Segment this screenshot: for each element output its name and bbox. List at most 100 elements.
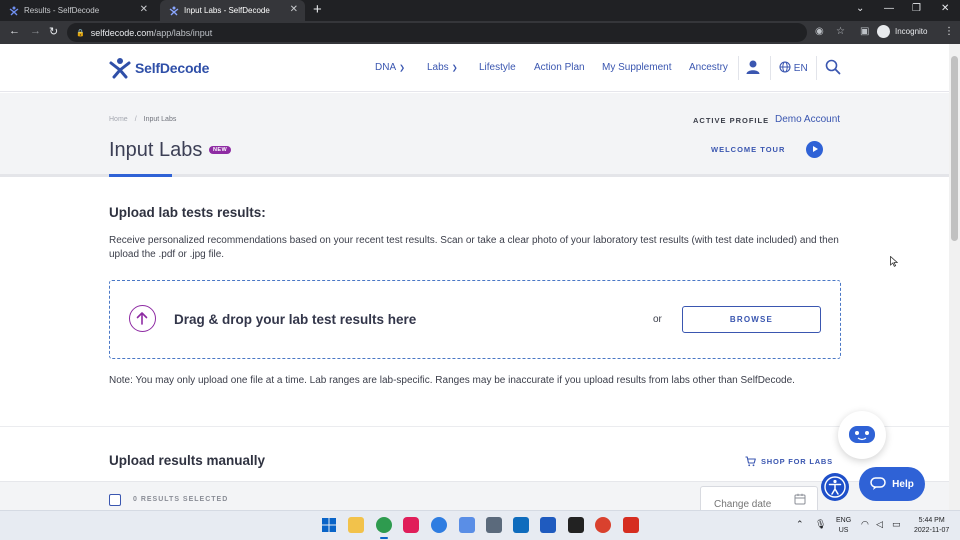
nav-action-plan[interactable]: Action Plan: [534, 62, 585, 73]
slack-icon[interactable]: [403, 517, 419, 533]
or-text: or: [653, 314, 662, 325]
snipping-tool-icon[interactable]: [459, 517, 475, 533]
bookmark-star-icon[interactable]: ☆: [836, 26, 845, 37]
sticky-notes-icon[interactable]: [568, 517, 584, 533]
select-all-checkbox[interactable]: [109, 494, 121, 506]
lock-icon: 🔒: [76, 29, 85, 37]
minimize-icon[interactable]: —: [884, 3, 894, 14]
browse-button[interactable]: BROWSE: [682, 306, 821, 333]
active-app-indicator: [380, 537, 388, 539]
windows-taskbar: ⌃ 🎙 ENG US ◠ ◁ ▭ 5:44 PM 2022-11-07: [0, 510, 960, 540]
new-tab-icon[interactable]: +: [313, 1, 322, 18]
file-explorer-icon[interactable]: [348, 517, 364, 533]
selfdecode-logo-icon: [109, 58, 131, 79]
nav-lifestyle[interactable]: Lifestyle: [479, 62, 516, 73]
close-tab-icon[interactable]: ✕: [290, 4, 298, 15]
word-icon[interactable]: [540, 517, 556, 533]
nav-my-supplement[interactable]: My Supplement: [602, 62, 671, 73]
chrome-icon[interactable]: [595, 517, 611, 533]
upload-arrow-icon: [129, 305, 156, 332]
incognito-indicator[interactable]: Incognito: [877, 25, 927, 38]
active-profile-link[interactable]: Demo Account: [775, 114, 840, 125]
volume-icon[interactable]: ◁: [876, 519, 883, 530]
restore-icon[interactable]: ❐: [912, 3, 921, 14]
brand-name: SelfDecode: [135, 60, 210, 76]
menu-kebab-icon[interactable]: ⋮: [944, 26, 954, 37]
nav-ancestry[interactable]: Ancestry: [689, 62, 728, 73]
user-icon[interactable]: [745, 59, 761, 75]
breadcrumb-current: Input Labs: [143, 116, 177, 123]
language-selector[interactable]: EN: [779, 61, 808, 74]
back-icon[interactable]: ←: [9, 25, 20, 37]
cart-icon: [745, 456, 756, 467]
nav-dna[interactable]: DNA ❯: [375, 62, 405, 73]
tab-title: Results - SelfDecode: [24, 6, 100, 15]
outlook-icon[interactable]: [513, 517, 529, 533]
battery-icon[interactable]: ▭: [892, 519, 901, 530]
active-profile-label: ACTIVE PROFILE: [693, 116, 770, 125]
upload-section-title: Upload lab tests results:: [109, 205, 266, 220]
divider: [816, 56, 817, 80]
help-label: Help: [892, 478, 914, 490]
search-icon[interactable]: [825, 59, 841, 75]
side-panel-icon[interactable]: ▣: [860, 26, 869, 37]
page-title: Input Labs: [109, 139, 203, 161]
close-tab-icon[interactable]: ✕: [140, 4, 148, 15]
chrome-icon[interactable]: [376, 517, 392, 533]
calculator-icon[interactable]: [486, 517, 502, 533]
site-header: SelfDecode DNA ❯ Labs ❯ Lifestyle Action P…: [0, 44, 949, 92]
incognito-label: Incognito: [895, 27, 928, 36]
wifi-icon[interactable]: ◠: [861, 519, 869, 530]
drop-zone-text: Drag & drop your lab test results here: [174, 312, 417, 327]
nav-labs[interactable]: Labs ❯: [427, 62, 458, 73]
globe-icon: [779, 61, 791, 73]
chevron-down-icon: ❯: [451, 65, 458, 72]
tab-title: Input Labs - SelfDecode: [184, 6, 270, 15]
selfdecode-favicon-icon: [169, 6, 179, 15]
windows-start-icon[interactable]: [321, 517, 337, 533]
page-header: Home / Input Labs Input Labs NEW ACTIVE PR…: [0, 93, 949, 177]
file-drop-zone[interactable]: Drag & drop your lab test results here o…: [109, 280, 841, 359]
url-text: selfdecode.com/app/labs/input: [90, 27, 213, 38]
incognito-icon: [877, 25, 890, 38]
breadcrumb: Home / Input Labs: [109, 116, 177, 123]
chat-bubble-icon: [870, 477, 886, 490]
tray-overflow-icon[interactable]: ⌃: [796, 519, 804, 530]
chatbot-widget[interactable]: [838, 411, 886, 459]
robot-face-icon: [849, 426, 875, 443]
active-tab-indicator: [109, 174, 172, 177]
help-button[interactable]: Help: [859, 467, 925, 501]
microphone-icon[interactable]: 🎙: [815, 519, 826, 530]
app-icon[interactable]: [431, 517, 447, 533]
eye-off-icon[interactable]: ◉: [815, 26, 824, 37]
address-bar-row: ← → ↻ 🔒 selfdecode.com/app/labs/input ◉ …: [0, 21, 960, 44]
selfdecode-favicon-icon: [9, 6, 19, 15]
new-badge: NEW: [209, 146, 232, 154]
breadcrumb-home[interactable]: Home: [109, 116, 128, 123]
selfdecode-logo[interactable]: SelfDecode: [109, 57, 209, 79]
browser-tab-strip: Results - SelfDecode ✕ Input Labs - Self…: [0, 0, 960, 21]
shop-for-labs-link[interactable]: SHOP FOR LABS: [745, 456, 833, 467]
calendar-icon[interactable]: [794, 493, 806, 505]
acrobat-icon[interactable]: [623, 517, 639, 533]
chevron-down-icon: ❯: [399, 65, 405, 72]
url-field[interactable]: 🔒 selfdecode.com/app/labs/input: [67, 23, 807, 42]
results-selected-count: 0 RESULTS SELECTED: [133, 496, 229, 503]
mouse-cursor-icon: [890, 256, 898, 267]
upload-note: Note: You may only upload one file at a …: [109, 375, 795, 386]
system-clock[interactable]: 5:44 PM 2022-11-07: [914, 516, 949, 536]
reload-icon[interactable]: ↻: [49, 25, 58, 38]
accessibility-button[interactable]: [821, 473, 849, 501]
tab-search-icon[interactable]: ⌄: [856, 3, 864, 14]
welcome-tour-link[interactable]: WELCOME TOUR: [711, 145, 785, 154]
tab-input-labs[interactable]: Input Labs - SelfDecode ✕: [160, 0, 305, 21]
manual-section-title: Upload results manually: [109, 453, 266, 468]
scrollbar-thumb[interactable]: [951, 56, 958, 241]
results-toolbar: 0 RESULTS SELECTED: [0, 481, 949, 514]
page-scrollbar[interactable]: [949, 44, 960, 510]
close-window-icon[interactable]: ✕: [941, 3, 949, 14]
tab-results[interactable]: Results - SelfDecode ✕: [0, 0, 155, 21]
language-indicator[interactable]: ENG US: [836, 516, 851, 536]
play-icon[interactable]: [806, 141, 823, 158]
forward-icon[interactable]: →: [30, 25, 41, 37]
